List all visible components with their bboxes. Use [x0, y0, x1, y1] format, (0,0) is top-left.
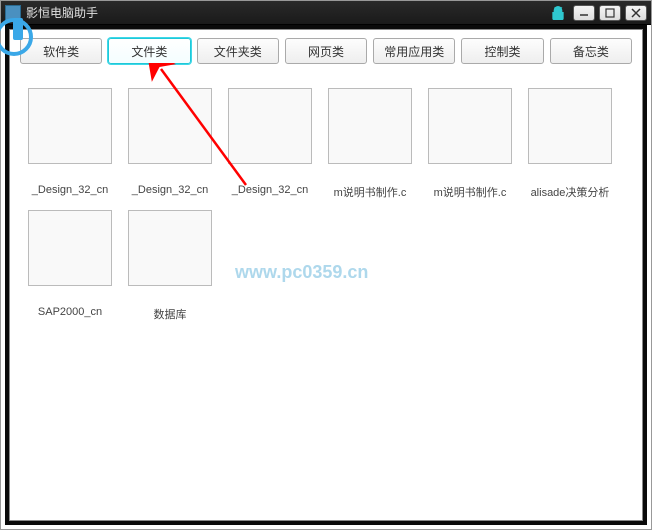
app-body: 软件类 文件类 文件夹类 网页类 常用应用类 控制类 备忘类 _Design_3…: [5, 25, 647, 525]
android-icon[interactable]: [549, 5, 567, 21]
app-window: 影恒电脑助手 软件类 文件类 文件夹类 网页类 常用应用类 控制类 备忘类: [0, 0, 652, 530]
tab-webpages[interactable]: 网页类: [285, 38, 367, 64]
list-item[interactable]: m说明书制作.c: [324, 88, 416, 200]
item-thumbnail: [128, 210, 212, 286]
item-label: _Design_32_cn: [224, 184, 316, 196]
item-label: m说明书制作.c: [324, 184, 416, 200]
list-item[interactable]: _Design_32_cn: [24, 88, 116, 200]
tab-memo[interactable]: 备忘类: [550, 38, 632, 64]
maximize-button[interactable]: [599, 5, 621, 21]
item-label: SAP2000_cn: [24, 306, 116, 318]
tab-software[interactable]: 软件类: [20, 38, 102, 64]
tab-files[interactable]: 文件类: [108, 38, 190, 64]
item-thumbnail: [428, 88, 512, 164]
item-thumbnail: [28, 88, 112, 164]
minimize-button[interactable]: [573, 5, 595, 21]
item-label: _Design_32_cn: [124, 184, 216, 196]
close-button[interactable]: [625, 5, 647, 21]
content-area: 软件类 文件类 文件夹类 网页类 常用应用类 控制类 备忘类 _Design_3…: [9, 29, 643, 521]
list-item[interactable]: _Design_32_cn: [124, 88, 216, 200]
item-label: _Design_32_cn: [24, 184, 116, 196]
list-item[interactable]: alisade决策分析: [524, 88, 616, 200]
item-thumbnail: [528, 88, 612, 164]
item-thumbnail: [228, 88, 312, 164]
item-thumbnail: [28, 210, 112, 286]
item-thumbnail: [328, 88, 412, 164]
item-label: 数据库: [124, 306, 216, 322]
tab-control[interactable]: 控制类: [461, 38, 543, 64]
app-icon: [5, 5, 21, 21]
items-grid: _Design_32_cn _Design_32_cn _Design_32_c…: [10, 68, 642, 342]
tab-folders[interactable]: 文件夹类: [197, 38, 279, 64]
list-item[interactable]: 数据库: [124, 210, 216, 322]
tab-common-apps[interactable]: 常用应用类: [373, 38, 455, 64]
list-item[interactable]: m说明书制作.c: [424, 88, 516, 200]
window-title: 影恒电脑助手: [26, 4, 549, 21]
item-label: alisade决策分析: [524, 184, 616, 200]
list-item[interactable]: SAP2000_cn: [24, 210, 116, 322]
tabs-row: 软件类 文件类 文件夹类 网页类 常用应用类 控制类 备忘类: [10, 30, 642, 68]
titlebar: 影恒电脑助手: [1, 1, 651, 25]
item-thumbnail: [128, 88, 212, 164]
item-label: m说明书制作.c: [424, 184, 516, 200]
list-item[interactable]: _Design_32_cn: [224, 88, 316, 200]
